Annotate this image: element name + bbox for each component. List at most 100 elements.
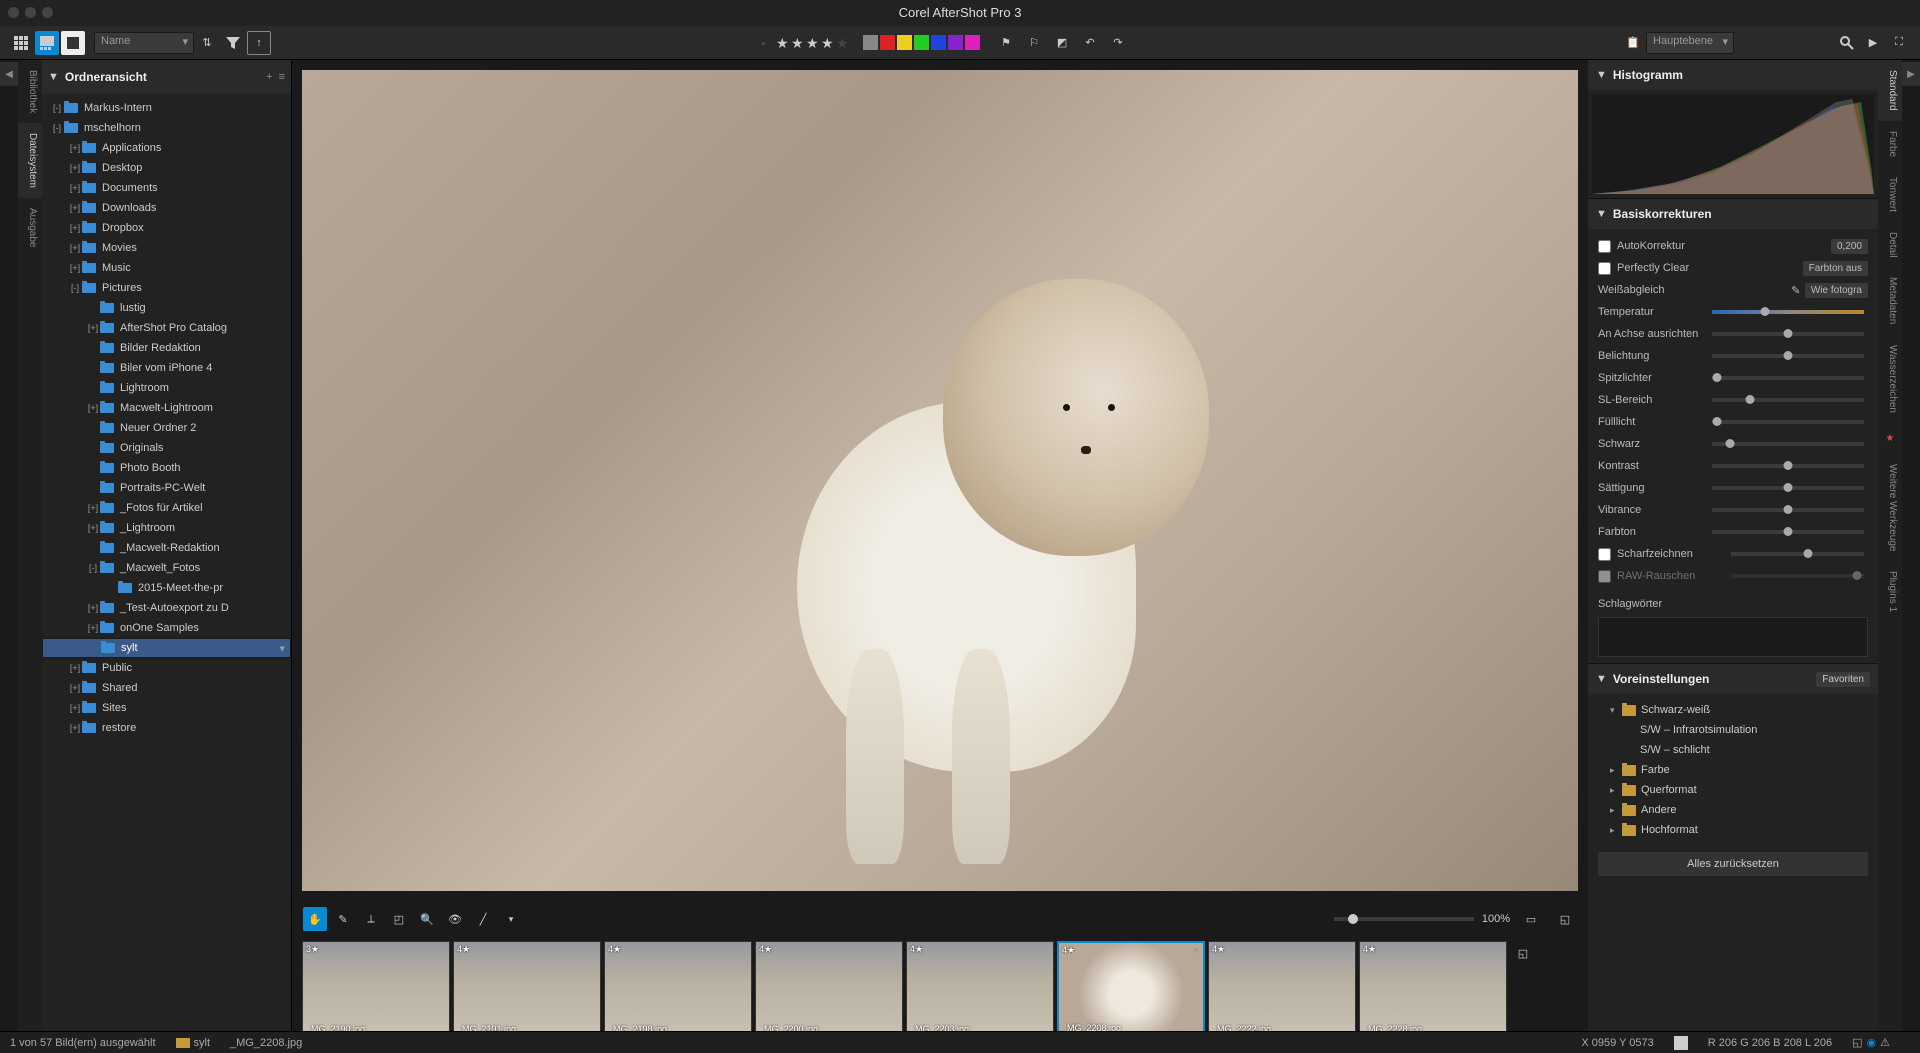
preset-node[interactable]: ▸Andere: [1598, 800, 1868, 820]
folder-node[interactable]: [+]_Lightroom: [42, 518, 291, 538]
color-labels[interactable]: [862, 35, 981, 50]
filter-button[interactable]: [221, 31, 245, 55]
left-tab-bibliothek[interactable]: Bibliothek: [18, 60, 42, 123]
color-label[interactable]: [914, 35, 929, 50]
export-button[interactable]: ↑: [247, 31, 271, 55]
thumbnail[interactable]: 4★_MG_2198.jpg: [604, 941, 752, 1037]
color-label[interactable]: [863, 35, 878, 50]
onetoone-button[interactable]: ◱: [1553, 907, 1577, 931]
presets-header[interactable]: ▼Voreinstellungen Favoriten: [1588, 664, 1878, 694]
thumbnail[interactable]: 4★_MG_2208.jpg: [1057, 941, 1205, 1037]
color-label[interactable]: [880, 35, 895, 50]
add-folder-button[interactable]: +: [266, 71, 272, 83]
folder-view-header[interactable]: ▼ Ordneransicht + ≡: [42, 60, 291, 94]
whitebalance-row[interactable]: Weißabgleich✎Wie fotogra: [1598, 279, 1868, 301]
crop-tool-button[interactable]: ◩: [1050, 31, 1074, 55]
right-tab[interactable]: Farbe: [1878, 121, 1902, 167]
star-3[interactable]: ★: [806, 36, 820, 50]
thumbnail[interactable]: 4★_MG_2222.jpg: [1208, 941, 1356, 1037]
panel-menu-button[interactable]: ≡: [279, 71, 285, 83]
folder-node[interactable]: [+]Applications: [42, 138, 291, 158]
undo-button[interactable]: ↶: [1078, 31, 1102, 55]
slider-row[interactable]: Belichtung: [1598, 345, 1868, 367]
star-dot[interactable]: •: [761, 36, 775, 50]
image-viewer[interactable]: [292, 60, 1588, 901]
keywords-box[interactable]: [1598, 617, 1868, 657]
fit-button[interactable]: ▭: [1519, 907, 1543, 931]
folder-node[interactable]: [+]_Fotos für Artikel: [42, 498, 291, 518]
slider-row[interactable]: Temperatur: [1598, 301, 1868, 323]
slider-row[interactable]: Spitzlichter: [1598, 367, 1868, 389]
preset-node[interactable]: S/W – Infrarotsimulation: [1598, 720, 1868, 740]
grid-view-button[interactable]: [9, 31, 33, 55]
color-label[interactable]: [897, 35, 912, 50]
folder-node[interactable]: [+]Public: [42, 658, 291, 678]
autocorrect-row[interactable]: AutoKorrektur0,200: [1598, 235, 1868, 257]
folder-node[interactable]: Portraits-PC-Welt: [42, 478, 291, 498]
folder-node[interactable]: [-]_Macwelt_Fotos: [42, 558, 291, 578]
layers-select[interactable]: Hauptebene: [1646, 32, 1734, 54]
slider-row[interactable]: Vibrance: [1598, 499, 1868, 521]
folder-node[interactable]: [+]Sites: [42, 698, 291, 718]
filmstrip-options[interactable]: ◱: [1511, 941, 1535, 965]
right-tab[interactable]: Plugins 1: [1878, 561, 1902, 622]
folder-node[interactable]: lustig: [42, 298, 291, 318]
folder-node[interactable]: [+]Downloads: [42, 198, 291, 218]
zoom-slider[interactable]: [1334, 917, 1474, 921]
color-label[interactable]: [931, 35, 946, 50]
fullscreen-button[interactable]: [61, 31, 85, 55]
favorites-badge[interactable]: Favoriten: [1816, 672, 1870, 687]
folder-node[interactable]: Photo Booth: [42, 458, 291, 478]
folder-node[interactable]: [+]onOne Samples: [42, 618, 291, 638]
right-tab[interactable]: ★: [1878, 423, 1902, 454]
sort-direction-button[interactable]: ⇅: [195, 31, 219, 55]
folder-node[interactable]: [+]Movies: [42, 238, 291, 258]
folder-node[interactable]: [-]mschelhorn: [42, 118, 291, 138]
folder-node[interactable]: Biler vom iPhone 4: [42, 358, 291, 378]
thumbnail[interactable]: 4★_MG_2191.jpg: [453, 941, 601, 1037]
star-1[interactable]: ★: [776, 36, 790, 50]
picker-tool[interactable]: ✎: [331, 907, 355, 931]
clipboard-button[interactable]: 📋: [1621, 31, 1645, 55]
status-icons[interactable]: ◱ ◉ ⚠: [1852, 1036, 1890, 1049]
right-tab[interactable]: Weitere Werkzeuge: [1878, 454, 1902, 561]
folder-node[interactable]: 2015-Meet-the-pr: [42, 578, 291, 598]
star-4[interactable]: ★: [821, 36, 835, 50]
rawnoise-row[interactable]: RAW-Rauschen: [1598, 565, 1868, 587]
preset-node[interactable]: S/W – schlicht: [1598, 740, 1868, 760]
sort-select[interactable]: Name: [94, 32, 194, 54]
left-tab-ausgabe[interactable]: Ausgabe: [18, 198, 42, 257]
histogram-header[interactable]: ▼Histogramm: [1588, 60, 1878, 90]
zoom-tool[interactable]: 🔍: [415, 907, 439, 931]
right-tab[interactable]: Standard: [1878, 60, 1902, 121]
color-label[interactable]: [948, 35, 963, 50]
slider-row[interactable]: Fülllicht: [1598, 411, 1868, 433]
thumbnail[interactable]: 4★_MG_2203.jpg: [906, 941, 1054, 1037]
slider-row[interactable]: Schwarz: [1598, 433, 1868, 455]
folder-node[interactable]: [-]Pictures: [42, 278, 291, 298]
crop-tool[interactable]: ⟂: [359, 907, 383, 931]
folder-node[interactable]: Bilder Redaktion: [42, 338, 291, 358]
preset-node[interactable]: ▸Querformat: [1598, 780, 1868, 800]
collapse-left-button[interactable]: ◀: [0, 62, 18, 86]
slideshow-button[interactable]: ▶: [1861, 31, 1885, 55]
folder-node[interactable]: [+]Macwelt-Lightroom: [42, 398, 291, 418]
single-view-button[interactable]: [35, 31, 59, 55]
right-tab[interactable]: Detail: [1878, 222, 1902, 268]
thumbnail[interactable]: 3★_MG_2190.jpg: [302, 941, 450, 1037]
window-controls[interactable]: [8, 7, 53, 18]
expand-button[interactable]: ⛶: [1887, 31, 1911, 55]
heal-tool[interactable]: ╱: [471, 907, 495, 931]
folder-node[interactable]: Neuer Ordner 2: [42, 418, 291, 438]
reject-button[interactable]: ⚐: [1022, 31, 1046, 55]
straighten-tool[interactable]: ◰: [387, 907, 411, 931]
star-5[interactable]: ★: [836, 36, 850, 50]
folder-node[interactable]: Lightroom: [42, 378, 291, 398]
folder-node[interactable]: [+]restore: [42, 718, 291, 738]
rating-stars[interactable]: • ★ ★ ★ ★ ★: [761, 36, 850, 50]
thumbnail[interactable]: 4★_MG_2228.jpg: [1359, 941, 1507, 1037]
flag-button[interactable]: ⚑: [994, 31, 1018, 55]
folder-node[interactable]: [+]Desktop: [42, 158, 291, 178]
preset-node[interactable]: ▸Hochformat: [1598, 820, 1868, 840]
folder-node[interactable]: [+]Documents: [42, 178, 291, 198]
